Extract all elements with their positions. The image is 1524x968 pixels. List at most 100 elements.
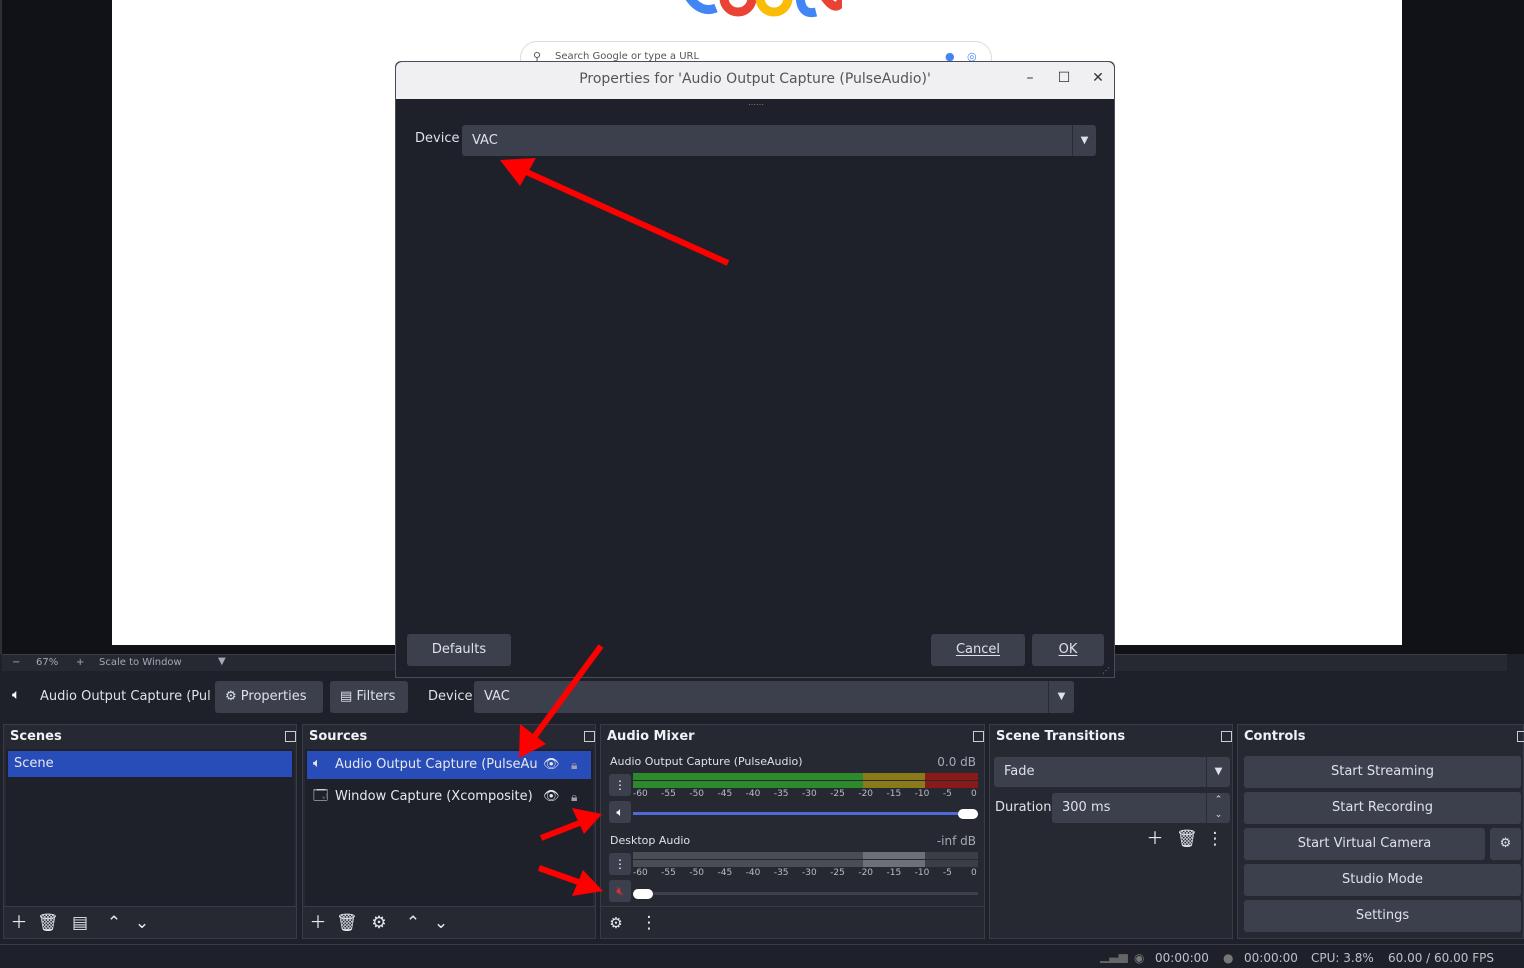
defaults-button[interactable]: Defaults <box>407 634 511 666</box>
meter-tick-label: -15 <box>886 868 902 878</box>
advanced-audio-gear-icon[interactable]: ⚙ <box>606 913 626 933</box>
gear-icon[interactable]: ⚙ <box>369 913 389 933</box>
undock-icon[interactable] <box>285 731 296 742</box>
close-icon[interactable]: ✕ <box>1088 70 1108 86</box>
mixer-channel-db: 0.0 dB <box>937 755 976 769</box>
volume-slider-handle[interactable] <box>958 809 978 819</box>
muted-speaker-icon: 🔇︎ <box>616 884 624 898</box>
add-icon[interactable]: ＋ <box>9 913 29 933</box>
trash-icon[interactable]: 🗑︎ <box>336 913 358 933</box>
speaker-icon: 🔈︎ <box>313 756 321 771</box>
volume-slider-audio-output[interactable] <box>633 812 978 815</box>
lock-icon[interactable]: 🔒︎ <box>571 752 577 778</box>
volume-slider-desktop-audio[interactable] <box>633 892 978 895</box>
fps-readout: 60.00 / 60.00 FPS <box>1388 951 1494 965</box>
meter-tick-label: -50 <box>689 868 705 878</box>
trash-icon[interactable]: 🗑︎ <box>1176 829 1198 849</box>
dialog-title: Properties for 'Audio Output Capture (Pu… <box>579 71 931 87</box>
volume-meter-desktop-audio-2 <box>633 860 978 867</box>
volume-slider-handle[interactable] <box>633 889 653 899</box>
menu-dots-icon[interactable]: ⋮ <box>639 913 659 933</box>
eye-icon[interactable]: 👁︎ <box>543 784 560 810</box>
menu-dots-icon[interactable]: ⋮ <box>1205 829 1225 849</box>
resize-grip-icon[interactable]: ⋰ <box>1102 666 1110 675</box>
meter-tick-label: -10 <box>914 789 930 799</box>
filter-icon: ▤ <box>340 689 353 704</box>
context-device-value: VAC <box>484 689 510 704</box>
meter-tick-label: -40 <box>745 789 761 799</box>
dialog-titlebar[interactable]: Properties for 'Audio Output Capture (Pu… <box>396 62 1114 99</box>
context-device-label: Device <box>428 689 473 704</box>
maximize-icon[interactable]: ☐ <box>1054 70 1074 86</box>
chevron-down-icon[interactable]: ⌄ <box>1206 808 1230 823</box>
undock-icon[interactable] <box>1221 731 1232 742</box>
studio-mode-button[interactable]: Studio Mode <box>1244 864 1521 896</box>
meter-tick-label: -10 <box>914 868 930 878</box>
cancel-button[interactable]: Cancel <box>931 634 1025 666</box>
chevron-down-icon[interactable]: ⌄ <box>132 913 152 933</box>
settings-button[interactable]: Settings <box>1244 900 1521 932</box>
virtual-camera-settings-button[interactable]: ⚙ <box>1490 828 1521 860</box>
add-icon[interactable]: ＋ <box>1145 829 1165 849</box>
ok-button[interactable]: OK <box>1032 634 1104 666</box>
meter-tick-label: -5 <box>942 789 952 799</box>
mute-toggle-audio-output[interactable]: 🔈︎ <box>609 801 631 823</box>
google-logo <box>685 0 842 18</box>
network-strength-icon: ▁▃▅ <box>1100 949 1128 963</box>
duration-value: 300 ms <box>1062 800 1111 815</box>
duration-spinbox[interactable]: 300 ms ⌃ ⌄ <box>1052 793 1230 823</box>
scene-item[interactable]: Scene <box>8 751 292 777</box>
chevron-up-icon[interactable]: ⌃ <box>104 913 124 933</box>
dialog-device-select[interactable]: VAC ▼ <box>462 125 1096 156</box>
meter-tick-label: -5 <box>942 868 952 878</box>
transition-type-select[interactable]: Fade ▼ <box>994 757 1230 787</box>
scenes-toolbar: ＋ 🗑︎ ▤ ⌃ ⌄ <box>4 906 296 938</box>
chevron-up-icon[interactable]: ⌃ <box>1206 793 1230 808</box>
minimize-icon[interactable]: – <box>1020 70 1040 86</box>
chevron-up-icon[interactable]: ⌃ <box>403 913 423 933</box>
mixer-channel-name: Audio Output Capture (PulseAudio) <box>610 755 803 768</box>
channel-menu-button[interactable]: ⋮ <box>609 853 631 875</box>
source-item-label: Window Capture (Xcomposite) <box>335 789 533 804</box>
context-device-select[interactable]: VAC ▼ <box>474 681 1074 713</box>
trash-icon[interactable]: 🗑︎ <box>37 913 59 933</box>
properties-button[interactable]: ⚙ Properties <box>215 681 323 713</box>
mute-toggle-desktop-audio[interactable]: 🔇︎ <box>609 880 631 902</box>
record-icon: ● <box>1223 951 1234 965</box>
meter-tick-label: -30 <box>802 789 817 799</box>
meter-tick-label: -35 <box>773 789 789 799</box>
scale-mode-select[interactable]: Scale to Window <box>99 657 182 668</box>
dialog-device-value: VAC <box>472 133 498 148</box>
meter-tick-label: -45 <box>717 868 733 878</box>
filter-icon[interactable]: ▤ <box>70 913 90 933</box>
source-item-window-capture[interactable]: 🗔 Window Capture (Xcomposite) 👁︎ 🔒︎ <box>307 783 591 811</box>
volume-meter-audio-output-2 <box>633 781 978 788</box>
add-icon[interactable]: ＋ <box>308 913 328 933</box>
lock-icon[interactable]: 🔒︎ <box>571 784 577 810</box>
mixer-toolbar: ⚙ ⋮ <box>601 906 984 938</box>
start-streaming-button[interactable]: Start Streaming <box>1244 756 1521 788</box>
meter-tick-label: -45 <box>717 789 733 799</box>
ok-button-label: OK <box>1058 642 1078 657</box>
meter-tick-label: -20 <box>858 868 874 878</box>
volume-meter-desktop-audio <box>633 852 978 859</box>
cancel-button-label: Cancel <box>955 642 1001 657</box>
zoom-in-button[interactable]: + <box>76 657 84 668</box>
channel-menu-button[interactable]: ⋮ <box>609 774 631 796</box>
start-virtual-camera-button[interactable]: Start Virtual Camera <box>1244 828 1485 860</box>
undock-icon[interactable] <box>584 731 595 742</box>
drag-handle-icon[interactable]: ⋯⋯ <box>748 100 764 109</box>
chevron-down-icon[interactable]: ⌄ <box>431 913 451 933</box>
dialog-device-label: Device <box>415 131 460 146</box>
eye-icon[interactable]: 👁︎ <box>543 752 560 778</box>
properties-button-label: Properties <box>240 689 307 704</box>
source-item-audio-output[interactable]: 🔈︎ Audio Output Capture (PulseAudi 👁︎ 🔒︎ <box>307 751 591 779</box>
chevron-down-icon[interactable]: ▼ <box>218 656 226 667</box>
undock-icon[interactable] <box>1517 731 1524 742</box>
zoom-out-button[interactable]: − <box>12 657 20 668</box>
status-bar: ▁▃▅ ◉ 00:00:00 ● 00:00:00 CPU: 3.8% 60.0… <box>0 944 1524 968</box>
gear-icon: ⚙ <box>1499 836 1512 851</box>
filters-button[interactable]: ▤ Filters <box>330 681 408 713</box>
undock-icon[interactable] <box>973 731 984 742</box>
start-recording-button[interactable]: Start Recording <box>1244 792 1521 824</box>
